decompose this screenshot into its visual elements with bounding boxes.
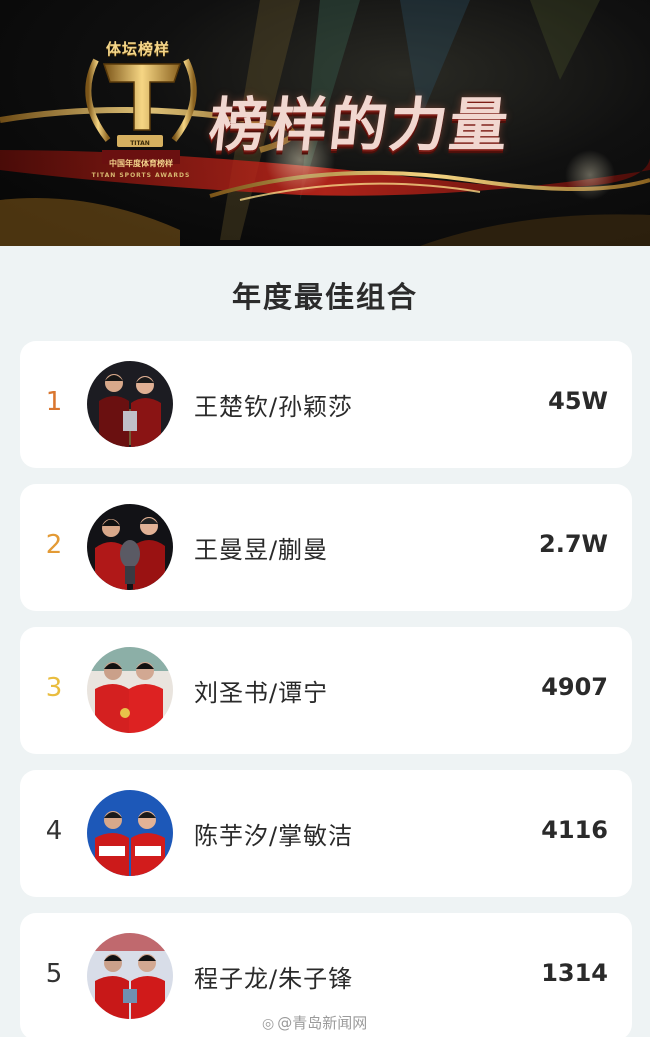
pair-name: 陈芋汐/掌敏洁 <box>194 822 354 850</box>
vote-count: 4116 <box>541 816 608 844</box>
vote-count: 1314 <box>541 959 608 987</box>
page: 体坛榜样 TITAN 中国年度体育榜样 TITAN SPORTS AWARDS … <box>0 0 650 1037</box>
watermark-text: @青岛新闻网 <box>277 1014 368 1032</box>
avatar[interactable] <box>87 647 173 733</box>
avatar[interactable] <box>87 504 173 590</box>
pair-name: 王曼昱/蒯曼 <box>194 536 329 564</box>
ranking-item[interactable]: 4 陈芋汐/掌敏洁 4116 <box>20 770 632 897</box>
rank-number: 5 <box>45 959 63 989</box>
avatar[interactable] <box>87 933 173 1019</box>
trophy-subtitle-en: TITAN SPORTS AWARDS <box>91 172 191 179</box>
two-athletes-avatar-red <box>87 647 173 733</box>
avatar[interactable] <box>87 361 173 447</box>
rank-number: 3 <box>45 673 63 703</box>
rank-number: 2 <box>45 530 63 560</box>
pair-name: 王楚钦/孙颖莎 <box>194 393 354 421</box>
ranking-item[interactable]: 1 王楚钦/孙颖莎 45W <box>20 341 632 468</box>
rank-number: 4 <box>45 816 63 846</box>
trophy-badge: 体坛榜样 <box>105 40 170 58</box>
trophy-tag: TITAN <box>130 140 150 147</box>
vote-count: 4907 <box>541 673 608 701</box>
rank-number: 1 <box>45 387 63 417</box>
avatar[interactable] <box>87 790 173 876</box>
ranking-item[interactable]: 3 刘圣书/谭宁 4907 <box>20 627 632 754</box>
vote-count: 2.7W <box>539 530 608 558</box>
vote-count: 45W <box>548 387 608 415</box>
two-athletes-avatar-dark <box>87 504 173 590</box>
two-athletes-avatar-dark <box>87 361 173 447</box>
header-banner: 体坛榜样 TITAN 中国年度体育榜样 TITAN SPORTS AWARDS … <box>0 0 650 246</box>
pair-name: 刘圣书/谭宁 <box>194 679 329 707</box>
two-athletes-avatar-light <box>87 933 173 1019</box>
banner-title: 榜样的力量 <box>205 91 514 159</box>
section-title: 年度最佳组合 <box>231 280 418 314</box>
trophy-subtitle-cn: 中国年度体育榜样 <box>109 159 173 168</box>
watermark: ◎ @青岛新闻网 <box>262 1012 367 1033</box>
ranking-item[interactable]: 2 王曼昱/蒯曼 2.7W <box>20 484 632 611</box>
two-athletes-avatar-blue <box>87 790 173 876</box>
pair-name: 程子龙/朱子锋 <box>194 965 354 993</box>
weibo-icon: ◎ <box>262 1016 275 1032</box>
